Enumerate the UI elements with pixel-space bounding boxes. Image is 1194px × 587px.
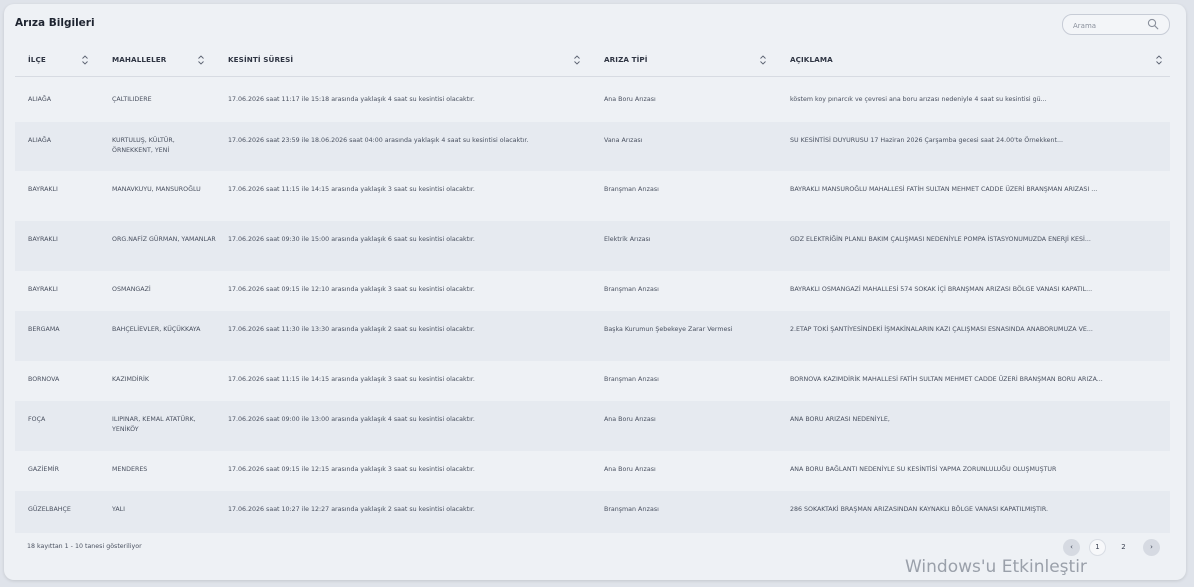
cell-ariza-tipi: Vana Arızası xyxy=(604,137,643,144)
sort-icon[interactable] xyxy=(573,54,581,66)
page-button-2[interactable]: 2 xyxy=(1115,539,1132,556)
search-icon[interactable] xyxy=(1147,18,1159,30)
cell-ilce: GAZİEMİR xyxy=(28,466,60,473)
cell-kesinti-suresi: 17.06.2026 saat 11:30 ile 13:30 arasında… xyxy=(228,326,475,333)
table-row[interactable]: FOÇA ILIPINAR, KEMAL ATATÜRK, YENİKÖY 17.0… xyxy=(15,401,1170,451)
cell-mahalleler: MENDERES xyxy=(112,466,148,473)
table-row[interactable]: BAYRAKLI OSMANGAZİ 17.06.2026 saat 09:15 i… xyxy=(15,271,1170,311)
cell-mahalleler: YALI xyxy=(112,506,126,513)
cell-ariza-tipi: Ana Boru Arızası xyxy=(604,96,656,103)
cell-aciklama: 286 SOKAKTAKİ BRAŞMAN ARIZASINDAN KAYNAK… xyxy=(790,506,1048,513)
cell-ilce: ALIAĞA xyxy=(28,96,52,103)
cell-ilce: ALIAĞA xyxy=(28,137,52,144)
cell-aciklama: köstem koy pınarcık ve çevresi ana boru … xyxy=(790,96,1047,103)
cell-ariza-tipi: Ana Boru Arızası xyxy=(604,416,656,423)
search-box[interactable] xyxy=(1062,14,1170,35)
cell-kesinti-suresi: 17.06.2026 saat 11:15 ile 14:15 arasında… xyxy=(228,186,475,193)
cell-kesinti-suresi: 17.06.2026 saat 09:00 ile 13:00 arasında… xyxy=(228,416,475,423)
cell-ilce: GÜZELBAHÇE xyxy=(28,506,71,513)
cell-kesinti-suresi: 17.06.2026 saat 10:27 ile 12:27 arasında… xyxy=(228,506,475,513)
sort-icon[interactable] xyxy=(759,54,767,66)
cell-mahalleler: BAHÇELİEVLER, KÜÇÜKKAYA xyxy=(112,326,201,333)
cell-ariza-tipi: Elektrik Arızası xyxy=(604,236,651,243)
cell-kesinti-suresi: 17.06.2026 saat 09:15 ile 12:10 arasında… xyxy=(228,286,475,293)
cell-ariza-tipi: Ana Boru Arızası xyxy=(604,466,656,473)
search-input[interactable] xyxy=(1071,18,1145,33)
cell-ilce: BAYRAKLI xyxy=(28,286,58,293)
column-header-mahalleler[interactable]: MAHALLELER xyxy=(112,46,166,76)
page-button-1[interactable]: 1 xyxy=(1089,539,1106,556)
cell-ariza-tipi: Branşman Arızası xyxy=(604,186,659,193)
table-row[interactable]: BAYRAKLI ORG.NAFİZ GÜRMAN, YAMANLAR 17.06.… xyxy=(15,221,1170,271)
table-row[interactable]: BERGAMA BAHÇELİEVLER, KÜÇÜKKAYA 17.06.2026… xyxy=(15,311,1170,361)
windows-activation-watermark: Windows'u Etkinleştir xyxy=(905,557,1087,577)
cell-aciklama: 2.ETAP TOKİ ŞANTİYESİNDEKİ İŞMAKİNALARIN… xyxy=(790,326,1093,333)
cell-kesinti-suresi: 17.06.2026 saat 09:15 ile 12:15 arasında… xyxy=(228,466,475,473)
cell-mahalleler: KAZIMDİRİK xyxy=(112,376,149,383)
cell-kesinti-suresi: 17.06.2026 saat 09:30 ile 15:00 arasında… xyxy=(228,236,475,243)
cell-kesinti-suresi: 17.06.2026 saat 23:59 ile 18.06.2026 saa… xyxy=(228,137,529,144)
table-row[interactable]: ALIAĞA KURTULUŞ, KÜLTÜR, ÖRNEKKENT, YENİ 1… xyxy=(15,122,1170,171)
cell-ilce: BORNOVA xyxy=(28,376,60,383)
sort-icon[interactable] xyxy=(1155,54,1163,66)
page-title: Arıza Bilgileri xyxy=(15,17,95,29)
next-page-button[interactable]: › xyxy=(1143,539,1160,556)
cell-mahalleler: OSMANGAZİ xyxy=(112,286,151,293)
cell-ariza-tipi: Branşman Arızası xyxy=(604,506,659,513)
cell-mahalleler: ÇALTILIDERE xyxy=(112,96,152,103)
cell-aciklama: GDZ ELEKTRİĞİN PLANLI BAKIM ÇALIŞMASI NE… xyxy=(790,236,1091,243)
cell-mahalleler: KURTULUŞ, KÜLTÜR, ÖRNEKKENT, YENİ xyxy=(112,137,175,154)
sort-icon[interactable] xyxy=(81,54,89,66)
cell-aciklama: SU KESİNTİSİ DUYURUSU 17 Haziran 2026 Ça… xyxy=(790,137,1063,144)
column-header-ilce[interactable]: İLÇE xyxy=(28,46,46,76)
cell-mahalleler: ORG.NAFİZ GÜRMAN, YAMANLAR xyxy=(112,236,216,243)
table-row[interactable]: GÜZELBAHÇE YALI 17.06.2026 saat 10:27 ile … xyxy=(15,491,1170,533)
cell-kesinti-suresi: 17.06.2026 saat 11:17 ile 15:18 arasında… xyxy=(228,96,475,103)
cell-ariza-tipi: Branşman Arızası xyxy=(604,376,659,383)
cell-mahalleler: MANAVKUYU, MANSUROĞLU xyxy=(112,186,201,193)
column-header-kesinti-suresi[interactable]: KESİNTİ SÜRESİ xyxy=(228,46,293,76)
cell-ilce: BAYRAKLI xyxy=(28,186,58,193)
table-row[interactable]: BAYRAKLI MANAVKUYU, MANSUROĞLU 17.06.2026 … xyxy=(15,171,1170,221)
cell-aciklama: BAYRAKLI OSMANGAZİ MAHALLESİ 574 SOKAK İ… xyxy=(790,286,1093,293)
table-info: 18 kayıttan 1 - 10 tanesi gösteriliyor xyxy=(27,543,142,550)
cell-aciklama: BAYRAKLI MANSUROĞLU MAHALLESİ FATİH SULT… xyxy=(790,186,1098,193)
table-header: İLÇE MAHALLELER KESİNTİ SÜRESİ ARIZA TİP… xyxy=(15,46,1170,77)
cell-kesinti-suresi: 17.06.2026 saat 11:15 ile 14:15 arasında… xyxy=(228,376,475,383)
cell-ariza-tipi: Başka Kurumun Şebekeye Zarar Vermesi xyxy=(604,326,733,333)
cell-aciklama: BORNOVA KAZIMDİRİK MAHALLESİ FATİH SULTA… xyxy=(790,376,1103,383)
cell-aciklama: ANA BORU ARIZASI NEDENİYLE, xyxy=(790,416,890,423)
previous-page-button[interactable]: ‹ xyxy=(1063,539,1080,556)
cell-ilce: BAYRAKLI xyxy=(28,236,58,243)
column-header-aciklama[interactable]: AÇIKLAMA xyxy=(790,46,833,76)
table-row[interactable]: BORNOVA KAZIMDİRİK 17.06.2026 saat 11:15 i… xyxy=(15,361,1170,401)
table-row[interactable]: GAZİEMİR MENDERES 17.06.2026 saat 09:15 il… xyxy=(15,451,1170,491)
cell-aciklama: ANA BORU BAĞLANTI NEDENİYLE SU KESİNTİSİ… xyxy=(790,466,1057,473)
cell-ilce: BERGAMA xyxy=(28,326,60,333)
table-row[interactable]: ALIAĞA ÇALTILIDERE 17.06.2026 saat 11:17 i… xyxy=(15,81,1170,122)
cell-ariza-tipi: Branşman Arızası xyxy=(604,286,659,293)
cell-mahalleler: ILIPINAR, KEMAL ATATÜRK, YENİKÖY xyxy=(112,416,196,433)
sort-icon[interactable] xyxy=(197,54,205,66)
column-header-ariza-tipi[interactable]: ARIZA TİPİ xyxy=(604,46,648,76)
cell-ilce: FOÇA xyxy=(28,416,46,423)
